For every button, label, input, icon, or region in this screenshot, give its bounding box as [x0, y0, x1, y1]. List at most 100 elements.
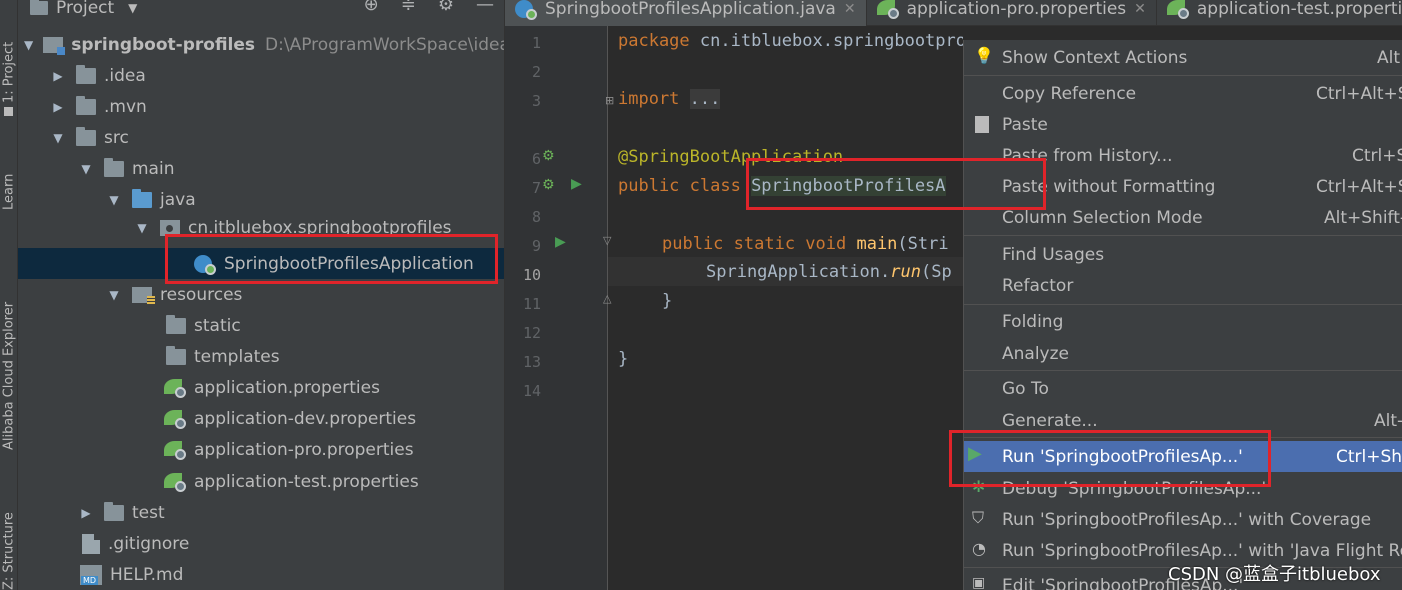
tree-item-java[interactable]: ▼ java	[18, 184, 504, 215]
expand-arrow-icon[interactable]: ▼	[106, 288, 122, 302]
collapse-arrow-icon[interactable]: ▶	[78, 506, 94, 520]
locate-icon[interactable]: ⊕	[364, 0, 379, 15]
menu-item-folding[interactable]: Folding	[964, 306, 1402, 337]
menu-item-label: Column Selection Mode	[1002, 207, 1203, 228]
spring-properties-icon	[164, 472, 186, 492]
tree-item-test[interactable]: ▶ test	[18, 497, 504, 528]
highlight-box-editor-class	[746, 158, 1046, 210]
tree-item-application-pro-properties[interactable]: application-pro.properties	[18, 434, 504, 465]
tree-item-application-test-properties[interactable]: application-test.properties	[18, 466, 504, 497]
tree-item-src[interactable]: ▼ src	[18, 122, 504, 153]
spring-properties-icon	[164, 409, 186, 429]
editor-context-menu: 💡 Show Context Actions Alt Copy Referenc…	[963, 40, 1402, 590]
tree-item-idea[interactable]: ▶ .idea	[18, 60, 504, 91]
tree-item-help-md[interactable]: HELP.md	[18, 559, 504, 590]
code-line-11: }	[662, 291, 673, 311]
project-toolbar: ⊕ ≑ ⚙ —	[364, 0, 494, 15]
fold-icon[interactable]: ▽	[603, 234, 611, 247]
collapse-arrow-icon[interactable]: ▶	[50, 100, 66, 114]
menu-item-copy-reference[interactable]: Copy Reference Ctrl+Alt+S	[964, 78, 1402, 109]
folder-icon	[76, 64, 96, 84]
tab-application-pro-properties[interactable]: application-pro.properties ✕	[867, 0, 1157, 26]
close-icon[interactable]: ✕	[1134, 1, 1146, 17]
folder-icon	[166, 345, 186, 365]
run-gutter-icon[interactable]: ▶	[571, 176, 582, 192]
tree-item-label: .idea	[104, 65, 146, 86]
line-number: 2	[531, 63, 541, 81]
structure-tab-label: Z: Structure	[1, 512, 17, 590]
line-number: 11	[522, 295, 541, 313]
collapse-arrow-icon[interactable]: ▶	[50, 69, 66, 83]
tree-item-label: .gitignore	[108, 533, 190, 554]
watermark: CSDN @蓝盒子itbluebox	[1168, 564, 1381, 585]
spring-bean-icon[interactable]: ⚙	[542, 177, 555, 193]
menu-item-refactor[interactable]: Refactor	[964, 270, 1402, 301]
menu-item-run-with-coverage[interactable]: ⛉ Run 'SpringbootProfilesAp...' with Cov…	[964, 504, 1402, 535]
tree-item-application-dev-properties[interactable]: application-dev.properties	[18, 403, 504, 434]
fold-icon[interactable]: △	[603, 292, 611, 305]
code-line-10: SpringApplication.run(Sp	[706, 262, 952, 282]
tree-item-label: src	[104, 127, 129, 148]
tree-item-label: springboot-profiles	[71, 34, 256, 55]
code-text: cn.itbluebox.springbootprofiles;	[699, 31, 963, 51]
spring-bean-icon[interactable]: ⚙	[542, 148, 555, 164]
folded-imports[interactable]: ...	[689, 89, 721, 109]
code-text: (Sp	[920, 262, 952, 282]
code-keyword: public class	[618, 176, 752, 196]
menu-separator	[964, 235, 1402, 236]
close-icon[interactable]: ✕	[844, 1, 856, 17]
tab-application-test-properties[interactable]: application-test.properties	[1157, 0, 1402, 26]
menu-item-show-context-actions[interactable]: 💡 Show Context Actions Alt	[964, 42, 1402, 73]
tree-item-label: .mvn	[104, 96, 147, 117]
menu-item-analyze[interactable]: Analyze	[964, 338, 1402, 369]
menu-separator	[964, 75, 1402, 76]
tree-item-gitignore[interactable]: .gitignore	[18, 528, 504, 559]
menu-item-find-usages[interactable]: Find Usages	[964, 239, 1402, 270]
spring-boot-class-icon	[515, 0, 537, 20]
tree-item-static[interactable]: static	[18, 310, 504, 341]
line-number: 3	[531, 92, 541, 110]
expand-arrow-icon[interactable]: ▼	[134, 221, 150, 235]
menu-item-label: Find Usages	[1002, 244, 1105, 265]
tree-item-application-properties[interactable]: application.properties	[18, 372, 504, 403]
tree-item-mvn[interactable]: ▶ .mvn	[18, 91, 504, 122]
line-number: 7	[531, 179, 541, 197]
expand-arrow-icon[interactable]: ▼	[24, 38, 33, 52]
menu-item-shortcut: Ctrl+S	[1352, 145, 1402, 166]
chevron-down-icon[interactable]: ▼	[128, 1, 137, 15]
code-line-13: }	[618, 349, 629, 369]
line-number: 10	[522, 266, 541, 284]
gear-icon[interactable]: ⚙	[438, 0, 454, 15]
menu-item-label: Refactor	[1002, 275, 1074, 296]
spring-properties-icon	[164, 378, 186, 398]
tree-item-main[interactable]: ▼ main	[18, 153, 504, 184]
folder-icon	[166, 314, 186, 334]
menu-separator	[964, 304, 1402, 305]
collapse-all-icon[interactable]: ≑	[401, 0, 416, 15]
tab-springboot-profiles-application[interactable]: SpringbootProfilesApplication.java ✕	[505, 0, 867, 26]
expand-arrow-icon[interactable]: ▼	[78, 162, 94, 176]
fold-icon[interactable]: ⊞	[605, 94, 614, 107]
clipboard-icon	[975, 116, 989, 133]
menu-item-shortcut: Alt+Shift-	[1324, 207, 1402, 228]
expand-arrow-icon[interactable]: ▼	[106, 193, 122, 207]
structure-tool-tab[interactable]: Z: Structure	[0, 485, 18, 590]
spring-properties-icon	[164, 440, 186, 460]
menu-item-go-to[interactable]: Go To	[964, 373, 1402, 404]
class-reference: SpringApplication	[706, 262, 880, 282]
tree-item-templates[interactable]: templates	[18, 341, 504, 372]
hide-icon[interactable]: —	[476, 0, 494, 15]
code-line-1: package cn.itbluebox.springbootprofiles;	[618, 31, 963, 51]
learn-tool-tab[interactable]: Learn	[0, 130, 18, 210]
code-editor[interactable]: 1 2 3 6 7 8 9 10 11 12 13 14 ⊞ ⚙ ⚙ ▶ ▶ ▽…	[505, 0, 963, 590]
project-tool-tab[interactable]: 1: Project	[0, 0, 18, 120]
folder-icon	[76, 95, 96, 115]
expand-arrow-icon[interactable]: ▼	[50, 131, 66, 145]
tab-label: application-test.properties	[1196, 0, 1402, 19]
alibaba-cloud-tool-tab[interactable]: Alibaba Cloud Explorer	[0, 230, 18, 450]
learn-tab-label: Learn	[1, 173, 17, 210]
menu-item-label: Run 'SpringbootProfilesAp...' with 'Java…	[1002, 540, 1402, 561]
tree-item-module[interactable]: ▼ springboot-profiles D:\AProgramWorkSpa…	[18, 29, 504, 60]
run-gutter-icon[interactable]: ▶	[555, 234, 566, 250]
menu-item-paste[interactable]: Paste	[964, 109, 1402, 140]
